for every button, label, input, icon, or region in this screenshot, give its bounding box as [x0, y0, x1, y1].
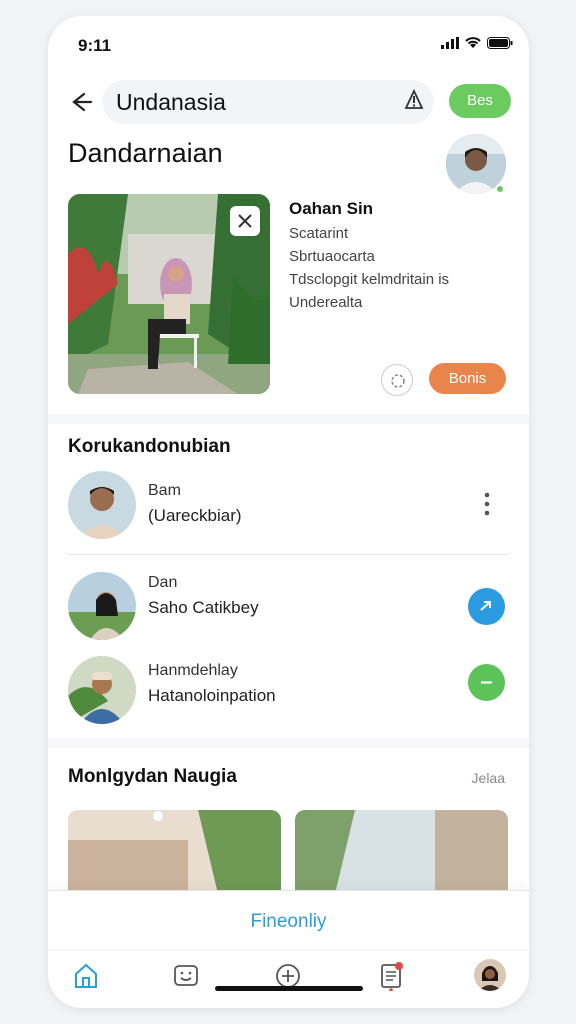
contact-avatar[interactable]: [68, 656, 136, 724]
online-indicator: [495, 184, 505, 194]
close-button[interactable]: [230, 206, 260, 236]
footer-label: Fineonliy: [250, 911, 327, 932]
contact-name: Bam: [148, 482, 181, 499]
card-line: Underealta: [289, 294, 363, 311]
contact-sub: Hatanoloinpation: [148, 686, 276, 705]
contact-sub: (Uareckbiar): [148, 506, 242, 525]
home-icon[interactable]: [71, 961, 101, 991]
minus-icon: [481, 681, 492, 684]
section-meta[interactable]: Jelaa: [472, 770, 505, 786]
status-bar: 9:11: [48, 16, 529, 72]
signal-icon: [441, 37, 459, 49]
close-icon: [238, 214, 252, 228]
contact-avatar[interactable]: [68, 471, 136, 539]
card-line: Tdsclopgit kelmdritain is: [289, 271, 450, 288]
status-time: 9:11: [78, 36, 112, 55]
contact-name: Dan: [148, 574, 178, 591]
section-title: Korukandonubian: [68, 436, 231, 457]
search-bar[interactable]: Undanasia: [102, 80, 434, 124]
bottom-nav: [48, 950, 529, 1008]
section-title: Monlgydan Naugia: [68, 766, 237, 787]
gallery-thumbnail[interactable]: [68, 810, 281, 894]
phone-screen: 9:11 Undanasia Bes Dandarnaian Oahan Sin…: [48, 16, 529, 1008]
notes-icon[interactable]: [376, 961, 406, 991]
alert-icon[interactable]: [402, 88, 426, 112]
send-button[interactable]: [468, 588, 505, 625]
arrow-icon: [480, 601, 491, 611]
card-info: Oahan Sin Scatarint Sbrtuaocarta Tdsclop…: [289, 199, 449, 317]
sparkle-icon: [391, 374, 405, 388]
status-badge-button[interactable]: Bes: [449, 84, 511, 118]
action-button[interactable]: [468, 664, 505, 701]
divider: [48, 414, 529, 424]
chat-icon[interactable]: [171, 961, 201, 991]
share-button[interactable]: [381, 364, 413, 396]
status-icons: [441, 37, 513, 49]
more-icon[interactable]: [478, 490, 496, 518]
contact-avatar[interactable]: [68, 572, 136, 640]
home-indicator: [215, 986, 363, 991]
card-line: Scatarint: [289, 225, 349, 242]
wifi-icon: [465, 37, 481, 48]
card-line: Sbrtuaocarta: [289, 248, 375, 265]
contact-sub: Saho Catikbey: [148, 598, 259, 617]
back-arrow-icon[interactable]: [66, 88, 94, 116]
contact-name: Hanmdehlay: [148, 662, 238, 679]
search-query: Undanasia: [116, 89, 226, 115]
card-name: Oahan Sin: [289, 199, 374, 218]
battery-icon: [487, 37, 513, 49]
row-divider: [68, 554, 508, 555]
bonus-button[interactable]: Bonis: [429, 363, 506, 394]
footer-action-bar[interactable]: Fineonliy: [48, 890, 529, 950]
profile-avatar[interactable]: [474, 959, 506, 991]
page-title: Dandarnaian: [68, 138, 223, 168]
divider: [48, 738, 529, 748]
gallery-thumbnail[interactable]: [295, 810, 508, 894]
